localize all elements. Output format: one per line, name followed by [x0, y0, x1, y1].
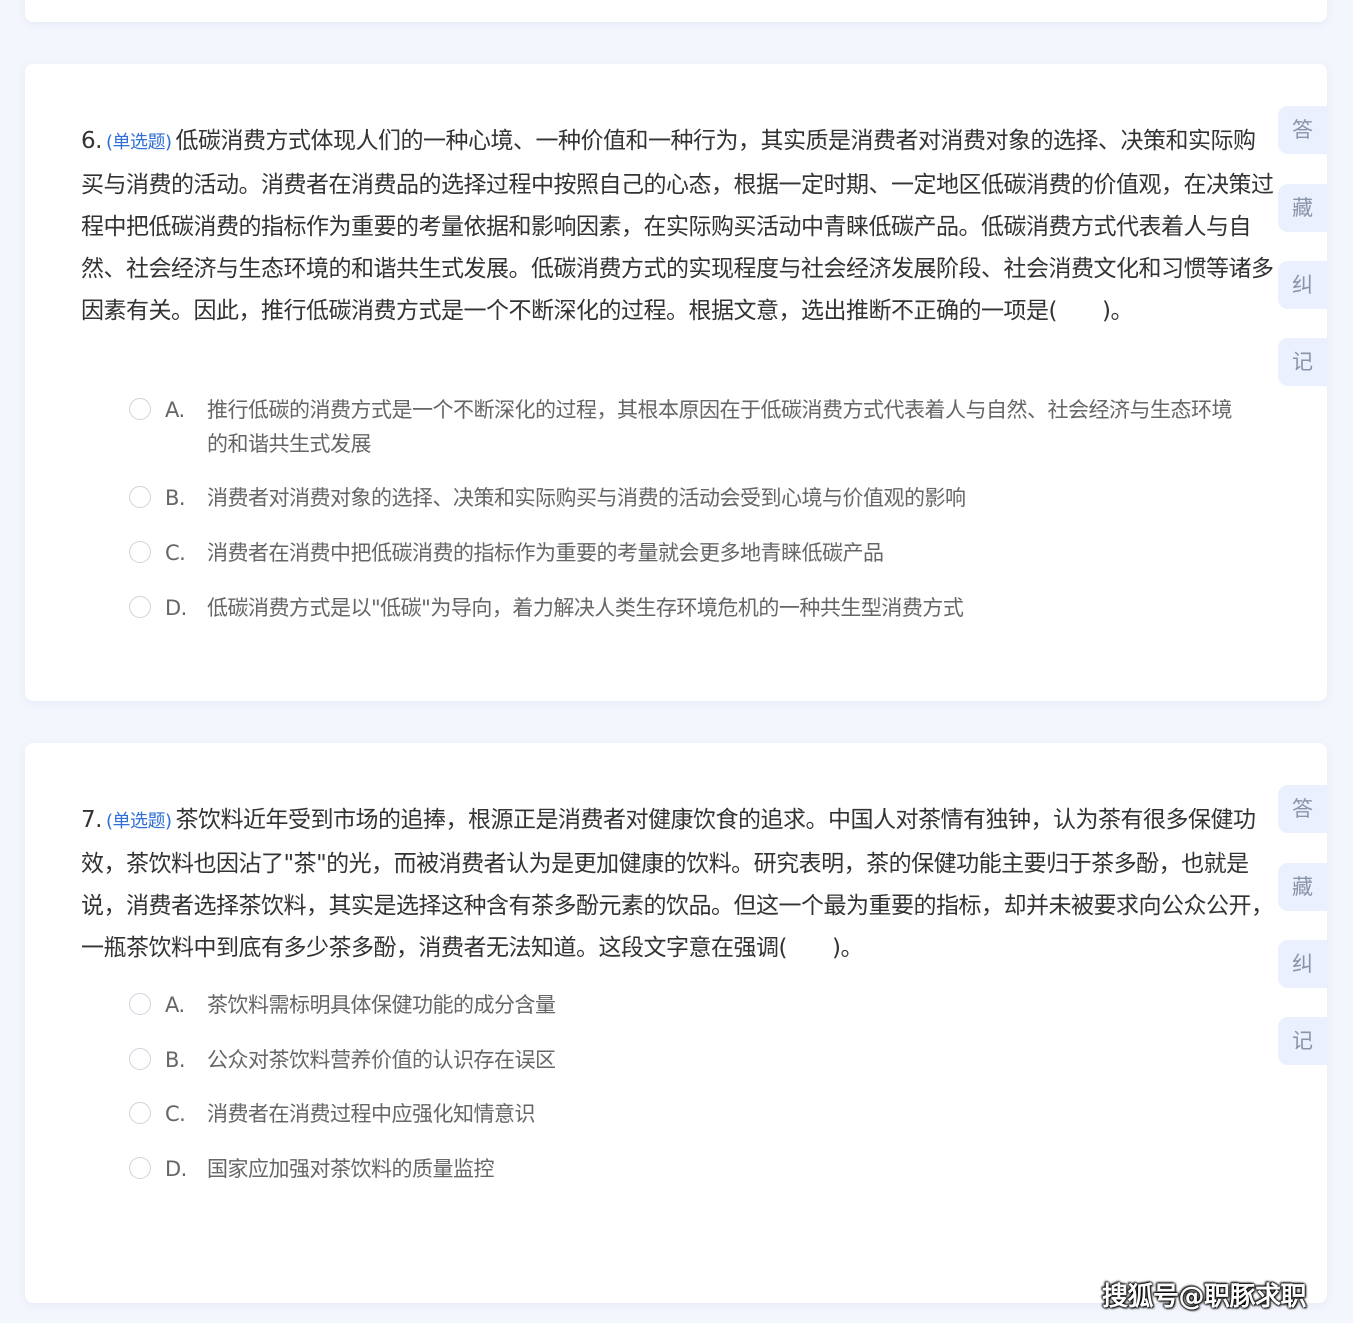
- option-c[interactable]: C. 消费者在消费过程中应强化知情意识: [129, 1097, 1239, 1131]
- option-b[interactable]: B. 公众对茶饮料营养价值的认识存在误区: [129, 1043, 1239, 1077]
- option-letter: A.: [165, 398, 185, 422]
- option-c[interactable]: C. 消费者在消费中把低碳消费的指标作为重要的考量就会更多地青睐低碳产品: [129, 536, 1239, 570]
- option-text: 公众对茶饮料营养价值的认识存在误区: [207, 1048, 556, 1072]
- question-card-6: 6. (单选题) 低碳消费方式体现人们的一种心境、一种价值和一种行为，其实质是消费者…: [25, 64, 1327, 701]
- option-text: 消费者对消费对象的选择、决策和实际购买与消费的活动会受到心境与价值观的影响: [207, 486, 966, 510]
- option-text: 低碳消费方式是以"低碳"为导向，着力解决人类生存环境危机的一种共生型消费方式: [207, 596, 964, 620]
- note-button[interactable]: 记: [1278, 1017, 1327, 1065]
- correction-button[interactable]: 纠: [1278, 940, 1327, 988]
- option-letter: D.: [165, 1157, 187, 1181]
- radio-button[interactable]: [129, 993, 151, 1015]
- question-stem: 6. (单选题) 低碳消费方式体现人们的一种心境、一种价值和一种行为，其实质是消费者…: [81, 120, 1275, 332]
- question-text: 低碳消费方式体现人们的一种心境、一种价值和一种行为，其实质是消费者对消费对象的选…: [81, 128, 1274, 324]
- option-letter: D.: [165, 596, 187, 620]
- radio-button[interactable]: [129, 1102, 151, 1124]
- question-card-7: 7. (单选题) 茶饮料近年受到市场的追捧，根源正是消费者对健康饮食的追求。中国人对…: [25, 743, 1327, 1303]
- favorite-button[interactable]: 藏: [1278, 184, 1327, 232]
- option-a[interactable]: A. 推行低碳的消费方式是一个不断深化的过程，其根本原因在于低碳消费方式代表着人…: [129, 393, 1239, 461]
- option-text: 茶饮料需标明具体保健功能的成分含量: [207, 993, 556, 1017]
- option-text: 消费者在消费过程中应强化知情意识: [207, 1102, 536, 1126]
- option-letter: C.: [165, 541, 186, 565]
- answer-button[interactable]: 答: [1278, 785, 1327, 833]
- radio-button[interactable]: [129, 1157, 151, 1179]
- question-text: 茶饮料近年受到市场的追捧，根源正是消费者对健康饮食的追求。中国人对茶情有独钟，认…: [81, 807, 1274, 961]
- option-d[interactable]: D. 国家应加强对茶饮料的质量监控: [129, 1152, 1239, 1186]
- favorite-button[interactable]: 藏: [1278, 863, 1327, 911]
- option-letter: C.: [165, 1102, 186, 1126]
- question-number: 6.: [81, 128, 102, 154]
- option-text: 国家应加强对茶饮料的质量监控: [207, 1157, 495, 1181]
- note-button[interactable]: 记: [1278, 338, 1327, 386]
- radio-button[interactable]: [129, 541, 151, 563]
- option-text: 推行低碳的消费方式是一个不断深化的过程，其根本原因在于低碳消费方式代表着人与自然…: [207, 398, 1233, 456]
- question-stem: 7. (单选题) 茶饮料近年受到市场的追捧，根源正是消费者对健康饮食的追求。中国人对…: [81, 799, 1275, 969]
- previous-question-card: [25, 0, 1327, 22]
- option-text: 消费者在消费中把低碳消费的指标作为重要的考量就会更多地青睐低碳产品: [207, 541, 884, 565]
- option-d[interactable]: D. 低碳消费方式是以"低碳"为导向，着力解决人类生存环境危机的一种共生型消费方…: [129, 591, 1239, 625]
- option-b[interactable]: B. 消费者对消费对象的选择、决策和实际购买与消费的活动会受到心境与价值观的影响: [129, 481, 1239, 515]
- question-type: (单选题): [105, 811, 172, 832]
- option-letter: B.: [165, 1048, 186, 1072]
- answer-button[interactable]: 答: [1278, 106, 1327, 154]
- radio-button[interactable]: [129, 1048, 151, 1070]
- correction-button[interactable]: 纠: [1278, 261, 1327, 309]
- watermark: 搜狐号@职豚求职: [1102, 1282, 1307, 1312]
- radio-button[interactable]: [129, 486, 151, 508]
- option-letter: A.: [165, 993, 185, 1017]
- option-letter: B.: [165, 486, 186, 510]
- question-number: 7.: [81, 807, 102, 833]
- question-type: (单选题): [105, 132, 172, 153]
- radio-button[interactable]: [129, 398, 151, 420]
- radio-button[interactable]: [129, 596, 151, 618]
- option-a[interactable]: A. 茶饮料需标明具体保健功能的成分含量: [129, 988, 1239, 1022]
